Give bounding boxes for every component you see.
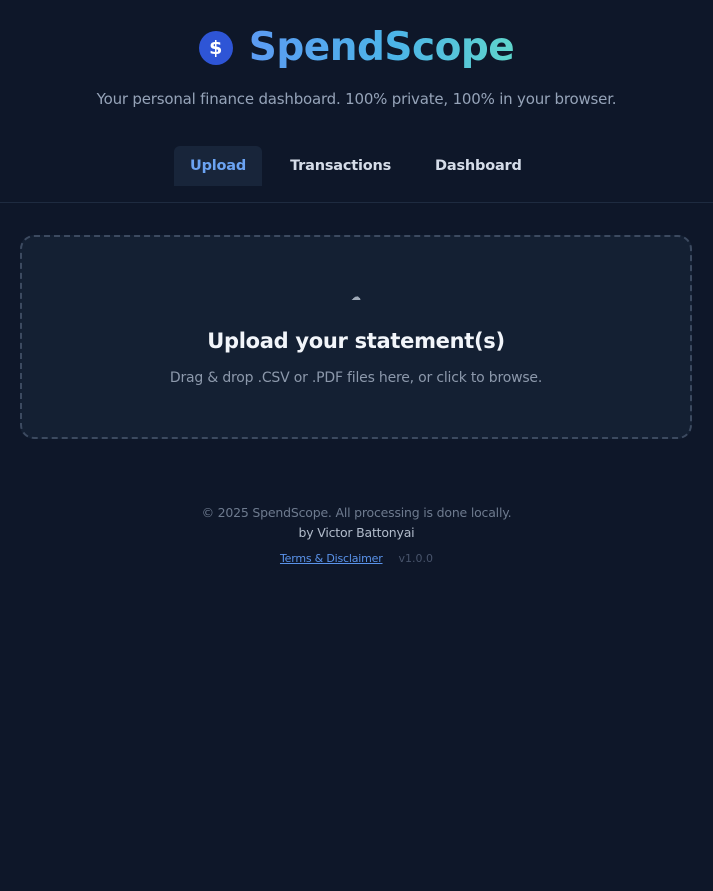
footer-author: by Victor Battonyai [298,525,415,540]
footer-copyright: © 2025 SpendScope. All processing is don… [201,505,512,520]
tab-transactions[interactable]: Transactions [274,146,407,186]
upload-title: Upload your statement(s) [207,329,505,353]
app-title: SpendScope [248,25,515,70]
tab-dashboard[interactable]: Dashboard [419,146,538,186]
terms-link[interactable]: Terms & Disclaimer [280,552,383,565]
tagline: Your personal finance dashboard. 100% pr… [96,90,617,108]
footer-links: Terms & Disclaimer v1.0.0 [0,552,713,565]
brand-header: $ SpendScope [0,24,713,72]
logo-symbol: $ [209,37,223,59]
header-divider [0,202,713,203]
version-label: v1.0.0 [398,552,434,565]
tab-upload[interactable]: Upload [174,146,263,186]
upload-subtitle: Drag & drop .CSV or .PDF files here, or … [169,370,543,386]
app-page: $ SpendScope Your personal finance dashb… [0,0,713,891]
upload-dropzone[interactable]: ☁ Upload your statement(s) Drag & drop .… [20,235,692,439]
dollar-coin-icon: $ [198,31,233,65]
tab-bar: Upload Transactions Dashboard [174,146,538,186]
upload-icon: ☁ [351,292,361,303]
